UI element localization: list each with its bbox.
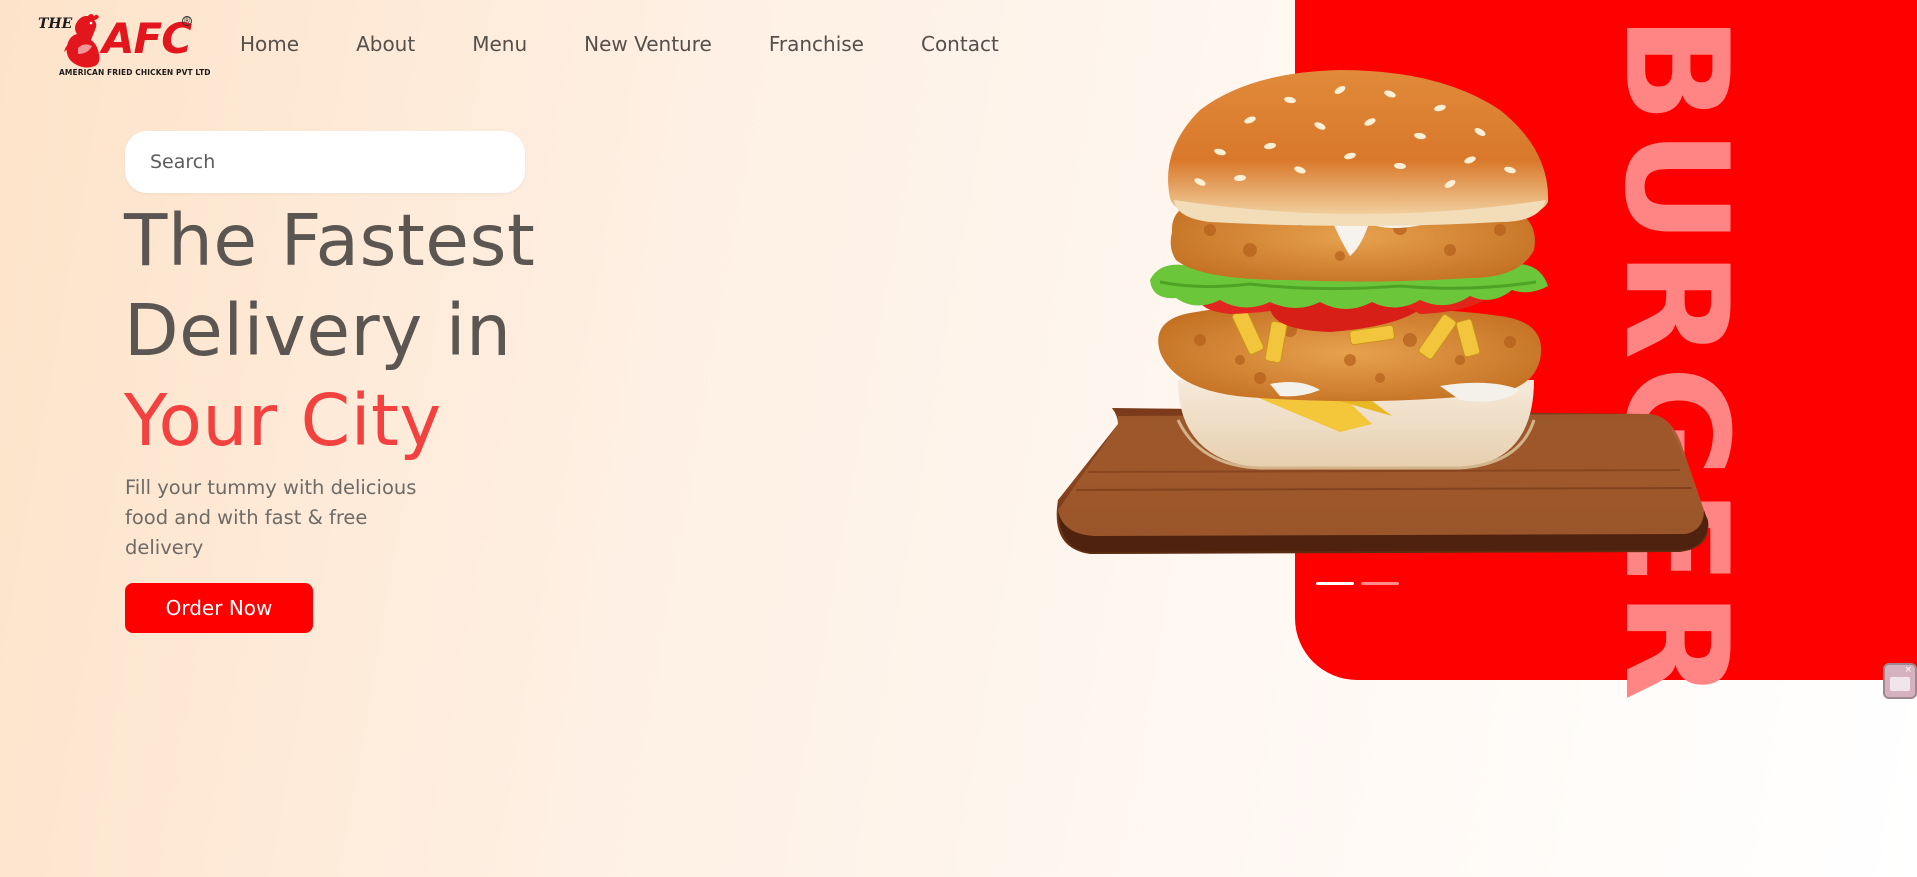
- slider-dot-1[interactable]: [1316, 582, 1354, 585]
- slider-dot-2[interactable]: [1361, 582, 1399, 585]
- main-nav: Home About Menu New Venture Franchise Co…: [240, 32, 1056, 56]
- hero-heading: The Fastest Delivery in Your City: [124, 196, 535, 466]
- search-box: [125, 131, 525, 193]
- hero-line-3: Your City: [124, 379, 442, 462]
- search-input[interactable]: [125, 131, 510, 193]
- brand-logo[interactable]: THE AFC ® AMERICAN FRIED CHICKEN PVT LTD: [38, 10, 211, 80]
- nav-item-contact[interactable]: Contact: [921, 32, 999, 56]
- floating-widget-icon[interactable]: ×: [1883, 663, 1917, 699]
- logo-tagline: AMERICAN FRIED CHICKEN PVT LTD: [59, 68, 211, 77]
- nav-item-home[interactable]: Home: [240, 32, 299, 56]
- nav-item-menu[interactable]: Menu: [472, 32, 527, 56]
- close-icon[interactable]: ×: [1904, 665, 1912, 675]
- order-now-button[interactable]: Order Now: [125, 583, 313, 633]
- registered-mark: ®: [182, 16, 192, 26]
- hero-subtitle: Fill your tummy with delicious food and …: [125, 476, 417, 559]
- burger-image: [1056, 70, 1709, 554]
- hero-line-2: Delivery in: [124, 289, 512, 372]
- logo-name: AFC: [102, 14, 192, 63]
- nav-item-about[interactable]: About: [356, 32, 415, 56]
- rooster-icon: [64, 14, 100, 68]
- slider-dots: [1316, 582, 1399, 585]
- nav-item-franchise[interactable]: Franchise: [769, 32, 864, 56]
- nav-item-new-venture[interactable]: New Venture: [584, 32, 712, 56]
- page: THE AFC ® AMERICAN FRIED CHICKEN PVT LTD…: [0, 0, 1917, 877]
- hero-line-1: The Fastest: [124, 199, 536, 282]
